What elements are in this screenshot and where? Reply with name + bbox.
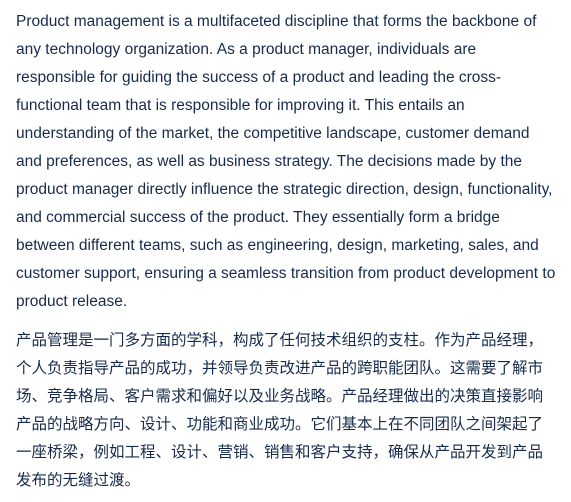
document-body: Product management is a multifaceted dis…	[16, 8, 556, 494]
paragraph-chinese: 产品管理是一门多方面的学科，构成了任何技术组织的支柱。作为产品经理，个人负责指导…	[16, 331, 544, 489]
paragraph-english: Product management is a multifaceted dis…	[16, 13, 556, 310]
